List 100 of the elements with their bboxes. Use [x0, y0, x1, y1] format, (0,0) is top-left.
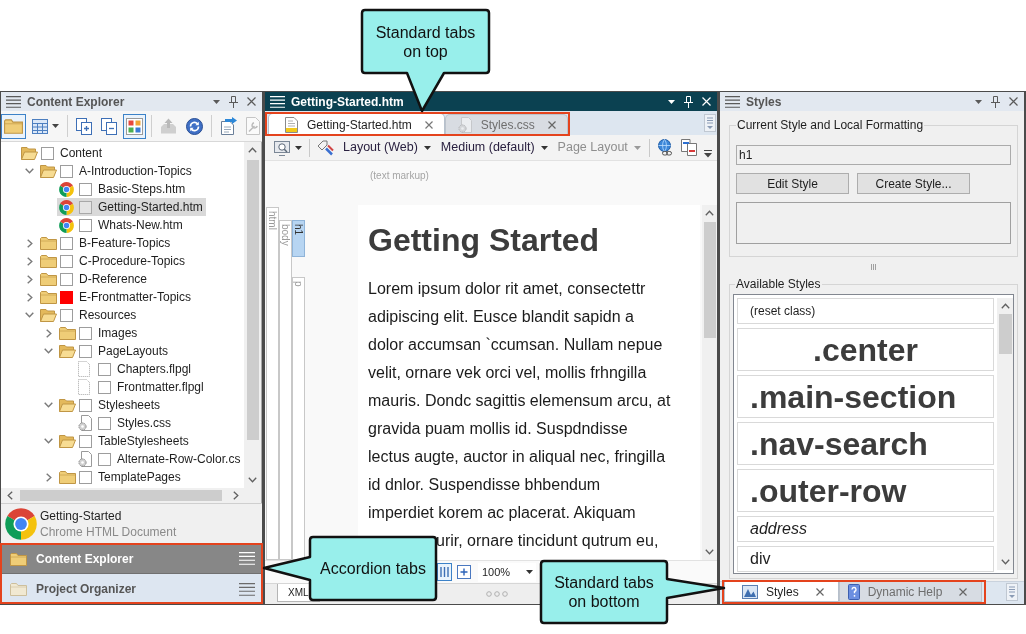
grip-icon[interactable] [871, 264, 876, 270]
scroll-up-icon[interactable] [1000, 303, 1010, 309]
tree-item[interactable]: Images [57, 324, 141, 342]
caret-icon[interactable] [975, 99, 982, 104]
style-item[interactable]: address [737, 516, 994, 542]
tree-item[interactable]: Styles.css [76, 414, 174, 432]
tree-item[interactable]: C-Procedure-Topics [38, 252, 189, 270]
accordion-tab[interactable]: Content Explorer [1, 544, 262, 574]
close-icon[interactable] [247, 97, 256, 106]
chevron-right-icon[interactable] [45, 328, 52, 338]
chevron-right-icon[interactable] [26, 256, 33, 266]
checkbox[interactable] [41, 146, 54, 160]
tree-item[interactable]: Basic-Steps.htm [57, 180, 189, 198]
tree-item[interactable]: PageLayouts [57, 342, 172, 360]
compare-button[interactable] [679, 139, 698, 156]
preview-button[interactable] [273, 139, 303, 156]
create-style-button[interactable]: Create Style... [857, 173, 970, 194]
checkbox[interactable] [98, 362, 111, 376]
add-button[interactable] [457, 565, 471, 579]
checkbox[interactable] [79, 434, 92, 448]
color-button[interactable] [123, 113, 146, 139]
tree-item[interactable]: TableStylesheets [57, 432, 192, 450]
tree-item[interactable]: Content [19, 144, 106, 162]
pin-icon[interactable] [229, 95, 238, 108]
tree-item[interactable]: Resources [38, 306, 140, 324]
checkbox[interactable] [60, 236, 73, 250]
chevron-down-icon[interactable] [44, 438, 53, 444]
chevron-right-icon[interactable] [26, 238, 33, 248]
columns-button[interactable] [437, 563, 452, 581]
toolbar-dropdown[interactable]: Medium (default) [438, 138, 550, 157]
caret-icon[interactable] [52, 124, 59, 128]
checkbox[interactable] [79, 182, 92, 196]
checkbox[interactable] [60, 272, 73, 286]
checkbox[interactable] [60, 308, 73, 322]
menu-icon[interactable] [6, 95, 21, 108]
chevron-down-icon[interactable] [25, 168, 34, 174]
checkbox[interactable] [79, 344, 92, 358]
checkbox[interactable] [79, 398, 92, 412]
style-item[interactable]: .center [737, 328, 994, 371]
scroll-left-icon[interactable] [6, 491, 13, 500]
scrollbar-thumb[interactable] [703, 222, 716, 338]
style-item[interactable]: (reset class) [737, 298, 994, 324]
tree-item[interactable]: Frontmatter.flpgl [76, 378, 207, 396]
checkbox[interactable] [60, 254, 73, 268]
checkbox[interactable] [98, 416, 111, 430]
chevron-down-icon[interactable] [44, 402, 53, 408]
checkbox[interactable] [60, 164, 73, 178]
close-icon[interactable] [1009, 97, 1018, 106]
panel-tab[interactable]: Dynamic Help [838, 582, 983, 602]
scroll-up-icon[interactable] [248, 147, 257, 153]
folder-button[interactable] [1, 113, 26, 139]
zoom-field[interactable]: 100% [478, 562, 536, 582]
checkbox[interactable] [79, 200, 92, 214]
tree-item[interactable]: TemplatePages [57, 468, 184, 486]
menu-icon[interactable] [725, 95, 740, 108]
tree-item[interactable]: Chapters.flpgl [76, 360, 195, 378]
scrollbar-thumb[interactable] [246, 160, 259, 440]
scroll-up-icon[interactable] [705, 210, 714, 216]
pin-icon[interactable] [991, 95, 1000, 108]
tree-item[interactable]: D-Reference [38, 270, 151, 288]
close-icon[interactable] [815, 587, 824, 596]
tree-item[interactable]: Alternate-Row-Color.cs [76, 450, 244, 468]
scrollbar[interactable] [244, 142, 261, 488]
style-item[interactable]: .nav-search [737, 422, 994, 465]
scrollbar[interactable] [702, 205, 717, 560]
document-tab[interactable]: Getting-Started.htm [268, 113, 445, 135]
chevron-down-icon[interactable] [25, 312, 34, 318]
scrollbar-thumb[interactable] [20, 490, 222, 501]
chevron-right-icon[interactable] [26, 274, 33, 284]
edit-style-button[interactable]: Edit Style [736, 173, 849, 194]
checkbox[interactable] [79, 470, 92, 484]
style-item[interactable]: .outer-row [737, 469, 994, 512]
pin-icon[interactable] [684, 95, 693, 108]
link-button[interactable] [655, 139, 674, 156]
checkbox[interactable] [60, 290, 73, 304]
tree-item[interactable]: E-Frontmatter-Topics [38, 288, 195, 306]
tree-item[interactable]: A-Introduction-Topics [38, 162, 195, 180]
caret-icon[interactable] [668, 99, 675, 104]
tree-item[interactable]: Stylesheets [57, 396, 164, 414]
scroll-down-icon[interactable] [705, 549, 714, 555]
overflow-icon[interactable] [703, 150, 712, 158]
checkbox[interactable] [79, 326, 92, 340]
markers-button[interactable] [316, 139, 335, 156]
style-item[interactable]: .main-section [737, 375, 994, 418]
checkbox[interactable] [79, 218, 92, 232]
chevron-right-icon[interactable] [26, 292, 33, 302]
toolbar-dropdown[interactable]: Layout (Web) [341, 138, 433, 157]
accordion-tab[interactable]: Project Organizer [1, 574, 262, 604]
tree-item[interactable]: Getting-Started.htm [57, 198, 206, 216]
panel-tab[interactable]: Styles [724, 582, 839, 602]
style-item[interactable]: div [737, 546, 994, 572]
caret-icon[interactable] [213, 99, 220, 104]
checkbox[interactable] [98, 380, 111, 394]
scrollbar[interactable] [1, 488, 244, 503]
scrollbar-thumb[interactable] [998, 314, 1012, 354]
chevron-down-icon[interactable] [44, 348, 53, 354]
scroll-down-icon[interactable] [1000, 559, 1010, 565]
grip-icon[interactable] [486, 591, 508, 597]
chevron-right-icon[interactable] [45, 472, 52, 482]
tree-item[interactable]: B-Feature-Topics [38, 234, 174, 252]
